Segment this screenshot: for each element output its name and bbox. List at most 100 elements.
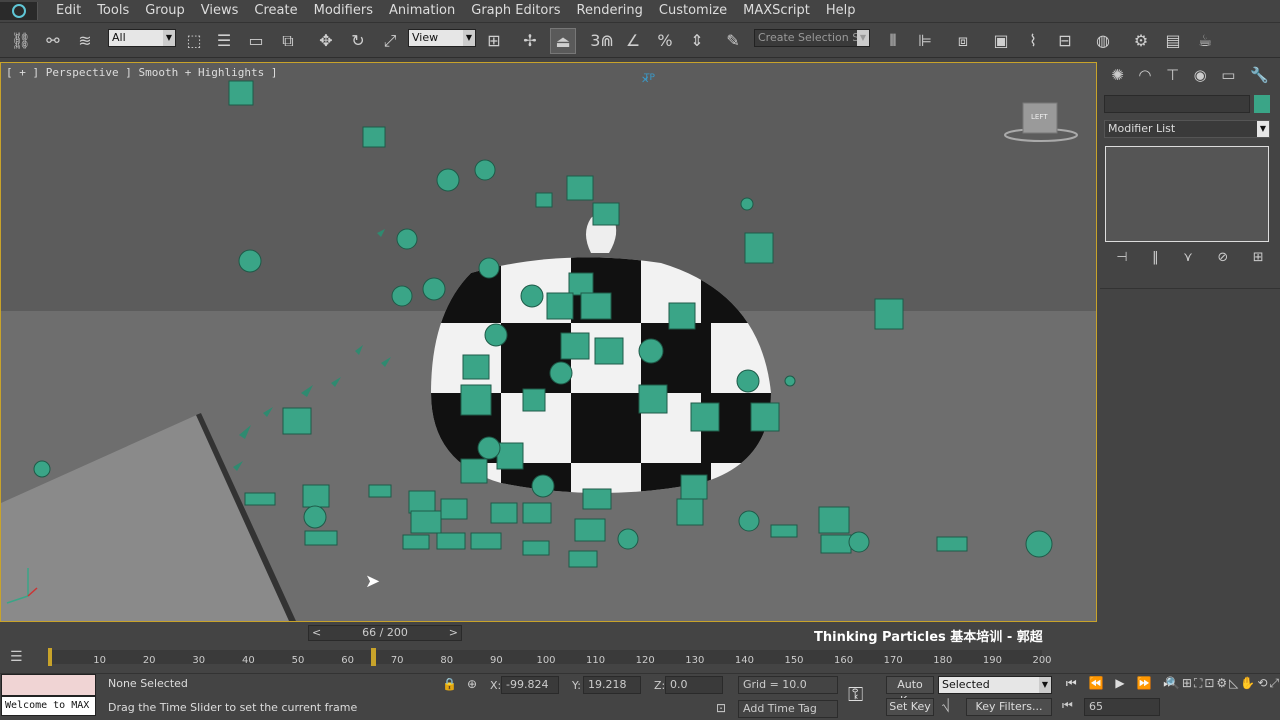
field-of-view-icon[interactable]: ◺ xyxy=(1229,676,1238,718)
menu-modifiers[interactable]: Modifiers xyxy=(306,0,381,22)
go-to-start-icon[interactable]: ⏮ xyxy=(1066,676,1077,694)
current-frame-field[interactable]: 65 xyxy=(1084,698,1160,716)
percent-snap-icon[interactable]: % xyxy=(652,28,678,54)
select-object-icon[interactable]: ⬚ xyxy=(182,28,206,54)
scale-icon[interactable]: ⤢ xyxy=(378,28,402,54)
set-key-icon[interactable]: ⚿ xyxy=(848,682,863,706)
link-icon[interactable]: ⛓ xyxy=(8,28,34,54)
hierarchy-tab-icon[interactable]: ⊤ xyxy=(1166,66,1179,88)
ref-coord-dropdown[interactable]: View ▼ xyxy=(408,29,476,47)
menu-create[interactable]: Create xyxy=(246,0,305,22)
orbit-icon[interactable]: ⟲ xyxy=(1257,676,1267,718)
display-tab-icon[interactable]: ▭ xyxy=(1221,66,1235,88)
maxscript-listener-top[interactable] xyxy=(1,674,96,696)
move-icon[interactable]: ✥ xyxy=(314,28,338,54)
pan-icon[interactable]: ✋ xyxy=(1240,676,1255,718)
named-selection-dropdown[interactable]: Create Selection Se ▼ xyxy=(754,29,870,47)
menu-help[interactable]: Help xyxy=(818,0,864,22)
maxscript-listener[interactable]: Welcome to MAX xyxy=(1,696,96,716)
modify-tab-icon[interactable]: ◠ xyxy=(1138,66,1151,88)
set-key-button[interactable]: Set Key xyxy=(886,698,934,716)
selection-filter-dropdown[interactable]: All ▼ xyxy=(108,29,176,47)
key-selection-dropdown[interactable]: Selected ▼ xyxy=(938,676,1052,694)
rendered-frame-window-icon[interactable]: ▤ xyxy=(1160,28,1186,54)
align-icon[interactable]: ⊫ xyxy=(912,28,938,54)
time-slider[interactable]: < 66 / 200 > xyxy=(308,625,462,641)
modifier-list-dropdown[interactable]: Modifier List ▼ xyxy=(1104,120,1270,138)
next-frame-icon[interactable]: > xyxy=(449,626,458,640)
tick-label: 20 xyxy=(142,655,156,666)
render-teapot-icon[interactable]: ☕ xyxy=(1192,28,1218,54)
absolute-mode-icon[interactable]: ⊕ xyxy=(467,677,477,691)
x-coord-field[interactable]: -99.824 xyxy=(501,676,559,694)
tick-label: 40 xyxy=(242,655,255,666)
perspective-viewport[interactable]: ✕ [ + ] Perspective ] Smooth + Highlight… xyxy=(0,62,1097,622)
angle-snap-icon[interactable]: ∠ xyxy=(620,28,646,54)
modifier-stack[interactable] xyxy=(1105,146,1269,242)
time-configuration-icon[interactable]: ⚙ xyxy=(1216,676,1227,718)
create-tab-icon[interactable]: ✺ xyxy=(1111,66,1124,88)
layer-manager-icon[interactable]: ⧈ xyxy=(950,28,976,54)
utilities-tab-icon[interactable]: 🔧 xyxy=(1250,66,1269,88)
select-by-name-icon[interactable]: ☰ xyxy=(212,28,236,54)
render-setup-icon[interactable]: ⚙ xyxy=(1128,28,1154,54)
add-time-tag-button[interactable]: Add Time Tag xyxy=(738,700,838,718)
play-icon[interactable]: ▶ xyxy=(1115,676,1124,694)
motion-tab-icon[interactable]: ◉ xyxy=(1194,66,1207,88)
current-frame-marker[interactable] xyxy=(371,648,376,666)
mirror-icon[interactable]: ⫴ xyxy=(880,28,906,54)
menu-customize[interactable]: Customize xyxy=(651,0,735,22)
rotate-icon[interactable]: ↻ xyxy=(346,28,370,54)
zoom-extents-all-icon[interactable]: ⊡ xyxy=(1204,676,1214,718)
y-coord-field[interactable]: 19.218 xyxy=(583,676,641,694)
app-logo-icon[interactable] xyxy=(0,2,38,20)
key-filters-button[interactable]: Key Filters... xyxy=(966,698,1052,716)
menu-group[interactable]: Group xyxy=(137,0,193,22)
snap-toggle-icon[interactable]: 3⋒ xyxy=(588,28,616,54)
spinner-snap-icon[interactable]: ⇕ xyxy=(684,28,710,54)
viewport-label[interactable]: [ + ] Perspective ] Smooth + Highlights … xyxy=(6,66,278,79)
pin-stack-icon[interactable]: ⊣ xyxy=(1116,250,1127,270)
object-color-swatch[interactable] xyxy=(1254,95,1270,113)
bind-space-warp-icon[interactable]: ≋ xyxy=(72,28,98,54)
make-unique-icon[interactable]: ⋎ xyxy=(1183,250,1193,270)
key-mode-toggle-icon[interactable]: ⏮ xyxy=(1062,698,1073,713)
default-in-out-tangent-icon[interactable]: ⎷ xyxy=(942,698,950,713)
window-crossing-icon[interactable]: ⧉ xyxy=(276,28,300,54)
select-manipulate-icon[interactable]: ✢ xyxy=(518,28,542,54)
show-end-result-icon[interactable]: ‖ xyxy=(1152,250,1159,270)
graphite-toolset-icon[interactable]: ▣ xyxy=(988,28,1014,54)
zoom-all-icon[interactable]: ⊞ xyxy=(1182,676,1192,718)
material-editor-icon[interactable]: ◍ xyxy=(1090,28,1116,54)
maximize-viewport-icon[interactable]: ⤢ xyxy=(1269,676,1279,718)
unlink-icon[interactable]: ⚯ xyxy=(40,28,66,54)
auto-key-button[interactable]: Auto Key xyxy=(886,676,934,707)
time-tag-icon[interactable]: ⊡ xyxy=(716,701,726,715)
schematic-view-icon[interactable]: ⊟ xyxy=(1052,28,1078,54)
track-bar[interactable]: ☰ 10 20 30 40 50 60 70 80 90 100 110 120 130 140 150 16… xyxy=(0,645,1097,675)
menu-views[interactable]: Views xyxy=(193,0,247,22)
mini-curve-editor-icon[interactable]: ☰ xyxy=(10,649,23,665)
z-coord-field[interactable]: 0.0 xyxy=(665,676,723,694)
configure-modifier-sets-icon[interactable]: ⊞ xyxy=(1253,250,1264,270)
viewcube-label[interactable]: LEFT xyxy=(1031,113,1048,121)
menu-maxscript[interactable]: MAXScript xyxy=(735,0,818,22)
next-key-icon[interactable]: ⏩ xyxy=(1136,676,1151,694)
menu-rendering[interactable]: Rendering xyxy=(569,0,651,22)
zoom-icon[interactable]: 🔍 xyxy=(1165,676,1180,718)
menu-graph-editors[interactable]: Graph Editors xyxy=(463,0,568,22)
menu-edit[interactable]: Edit xyxy=(48,0,89,22)
prev-frame-icon[interactable]: < xyxy=(312,626,321,640)
lock-selection-icon[interactable]: 🔒 xyxy=(442,677,457,691)
object-name-field[interactable] xyxy=(1104,95,1250,113)
remove-modifier-icon[interactable]: ⊘ xyxy=(1217,250,1228,270)
curve-editor-icon[interactable]: ⌇ xyxy=(1020,28,1046,54)
edit-named-selection-icon[interactable]: ✎ xyxy=(720,28,746,54)
menu-tools[interactable]: Tools xyxy=(89,0,137,22)
pivot-icon[interactable]: ⊞ xyxy=(482,28,506,54)
rect-selection-icon[interactable]: ▭ xyxy=(244,28,268,54)
previous-frame-icon[interactable]: ⏪ xyxy=(1089,676,1104,694)
zoom-extents-icon[interactable]: ⛶ xyxy=(1194,676,1202,718)
keyboard-shortcut-override-icon[interactable]: ⏏ xyxy=(550,28,576,54)
menu-animation[interactable]: Animation xyxy=(381,0,463,22)
